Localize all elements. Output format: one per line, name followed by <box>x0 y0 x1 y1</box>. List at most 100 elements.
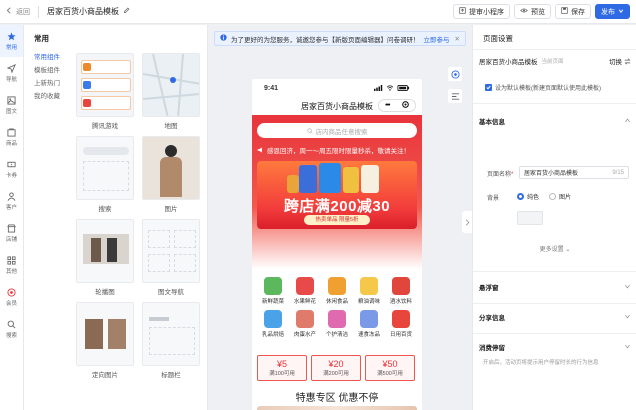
category-item[interactable]: 水果鲜花 <box>289 277 321 305</box>
tile-thumbnail <box>76 302 134 366</box>
rail-item-other[interactable]: 其他 <box>0 249 23 281</box>
subcategory-item[interactable]: 上新热门 <box>34 79 70 88</box>
save-button[interactable]: 保存 <box>555 4 591 19</box>
component-tile[interactable]: 定向图片 <box>76 302 134 380</box>
rail-label: 店铺 <box>5 236 17 243</box>
product-image <box>299 165 317 193</box>
component-tile[interactable]: 轮播图 <box>76 219 134 297</box>
tile-thumbnail <box>142 136 200 200</box>
component-tile[interactable]: 图片 <box>142 136 200 214</box>
component-tile[interactable]: 搜索 <box>76 136 134 214</box>
publish-button[interactable]: 发布 <box>595 4 630 19</box>
signal-icon <box>374 85 383 91</box>
category-icon <box>360 277 378 295</box>
rail-item-common[interactable]: 常用 <box>0 25 23 57</box>
star-icon <box>7 31 16 40</box>
search-placeholder: 店内商品任意搜索 <box>315 128 368 136</box>
background-type-radio-group: 纯色 图片 <box>517 192 571 201</box>
special-section-image[interactable] <box>257 406 417 410</box>
preview-button[interactable]: 预览 <box>514 4 551 19</box>
search-icon <box>306 127 313 134</box>
coupon-condition: 满100可用 <box>269 371 295 377</box>
current-page-name: 居家百货小商品模板 <box>479 59 538 66</box>
divider <box>473 303 636 304</box>
collapse-panel-button[interactable] <box>462 211 472 233</box>
edit-icon[interactable] <box>123 7 130 16</box>
more-dots-icon: ••• <box>385 102 390 109</box>
category-item[interactable]: 乳品烘焙 <box>257 310 289 338</box>
promo-banner[interactable]: 跨店满200减30 热卖单品 限量5折 <box>257 161 417 229</box>
background-color-swatch[interactable] <box>517 211 543 225</box>
category-item[interactable]: 速食冻品 <box>353 310 385 338</box>
hero-section[interactable]: 店内商品任意搜索 感恩回济，周一～周五限时限量秒杀，敬请关注！ 跨店满200减3… <box>252 115 422 269</box>
status-icons <box>374 85 410 91</box>
category-item[interactable]: 粮油调味 <box>353 277 385 305</box>
survey-link[interactable]: 立即参与 <box>424 34 450 44</box>
other-icon <box>7 255 16 265</box>
radio-label: 纯色 <box>527 195 540 201</box>
back-button[interactable]: 返回 <box>0 7 38 17</box>
tile-label: 腾讯游戏 <box>92 123 118 130</box>
document-title[interactable]: 居家百货小商品模板 <box>47 6 130 17</box>
subcategory-item[interactable]: 常用组件 <box>34 53 70 62</box>
product-image <box>287 175 299 193</box>
more-settings-toggle[interactable]: 更多设置 ⌄ <box>473 244 636 253</box>
chevron-down-icon <box>624 313 631 322</box>
radio-label: 图片 <box>559 195 572 201</box>
background-label: 背景 <box>487 196 500 202</box>
layer-list-tool[interactable] <box>448 89 462 103</box>
rail-item-product[interactable]: 商品 <box>0 121 23 153</box>
target-tool[interactable] <box>448 67 462 81</box>
settings-title: 页面设置 <box>483 34 513 43</box>
rail-item-coupon[interactable]: 卡券 <box>0 153 23 185</box>
chevron-up-icon <box>624 117 631 126</box>
default-template-label: 设为默认模板(新建页面默认使用此模板) <box>495 86 601 92</box>
eye-icon <box>520 7 528 16</box>
component-tile[interactable]: 地图 <box>142 53 200 131</box>
category-item[interactable]: 个护清洁 <box>321 310 353 338</box>
category-item[interactable]: 新鲜蔬菜 <box>257 277 289 305</box>
tile-label: 图片 <box>164 206 178 213</box>
category-item[interactable]: 酒水饮料 <box>385 277 417 305</box>
survey-notice: 为了更好的为您服务，诚邀您参与【新版页面编辑器】问卷调研！ 立即参与 ✕ <box>214 31 466 46</box>
special-section-title: 特惠专区 优惠不停 <box>295 393 379 404</box>
component-tile[interactable]: 图文导航 <box>142 219 200 297</box>
basic-info-section-header[interactable]: 基本信息 <box>479 113 631 129</box>
subcategory-item[interactable]: 模板组件 <box>34 66 70 75</box>
rail-label: 商品 <box>5 140 17 147</box>
tile-label: 地图 <box>164 123 178 130</box>
category-item[interactable]: 肉蛋水产 <box>289 310 321 338</box>
subcategory-item[interactable]: 我的收藏 <box>34 92 70 101</box>
component-tile[interactable]: 标题栏 <box>142 302 200 380</box>
rail-label: 会员 <box>5 300 17 307</box>
submit-miniprogram-button[interactable]: 提审小程序 <box>453 4 510 19</box>
rail-item-navigation[interactable]: 导航 <box>0 57 23 89</box>
shop-search-bar[interactable]: 店内商品任意搜索 <box>257 123 417 138</box>
rail-item-search[interactable]: 搜索 <box>0 313 23 345</box>
floating-window-section-header[interactable]: 悬浮窗 <box>479 279 631 295</box>
image-text-icon <box>7 95 16 105</box>
rail-item-member[interactable]: 会员 <box>0 281 23 313</box>
category-item[interactable]: 日用百货 <box>385 310 417 338</box>
radio-solid-color[interactable]: 纯色 <box>517 192 539 201</box>
rail-item-store[interactable]: 店铺 <box>0 217 23 249</box>
coupon-card[interactable]: ¥5 满100可用 <box>257 355 307 381</box>
category-label: 日用百货 <box>389 332 412 338</box>
category-label: 速食冻品 <box>357 332 380 338</box>
radio-image[interactable]: 图片 <box>549 192 571 201</box>
component-tile[interactable]: 腾讯游戏 <box>76 53 134 131</box>
page-name-label-text: 页面名称 <box>487 172 512 178</box>
category-label: 休闲食品 <box>325 299 348 305</box>
consumption-stay-section-header[interactable]: 消费停留 <box>479 339 631 355</box>
rail-item-image-text[interactable]: 图文 <box>0 89 23 121</box>
rail-item-customer[interactable]: 客户 <box>0 185 23 217</box>
default-template-checkbox[interactable]: 设为默认模板(新建页面默认使用此模板) <box>485 83 601 92</box>
category-item[interactable]: 休闲食品 <box>321 277 353 305</box>
page-name-input[interactable]: 居家百货小商品模板 9/15 <box>519 166 629 179</box>
coupon-card[interactable]: ¥50 满500可用 <box>365 355 415 381</box>
canvas-tools <box>448 67 462 103</box>
coupon-card[interactable]: ¥20 满200可用 <box>311 355 361 381</box>
share-info-section-header[interactable]: 分享信息 <box>479 309 631 325</box>
close-icon[interactable]: ✕ <box>455 35 460 43</box>
switch-page-button[interactable]: 切换 <box>609 56 631 66</box>
